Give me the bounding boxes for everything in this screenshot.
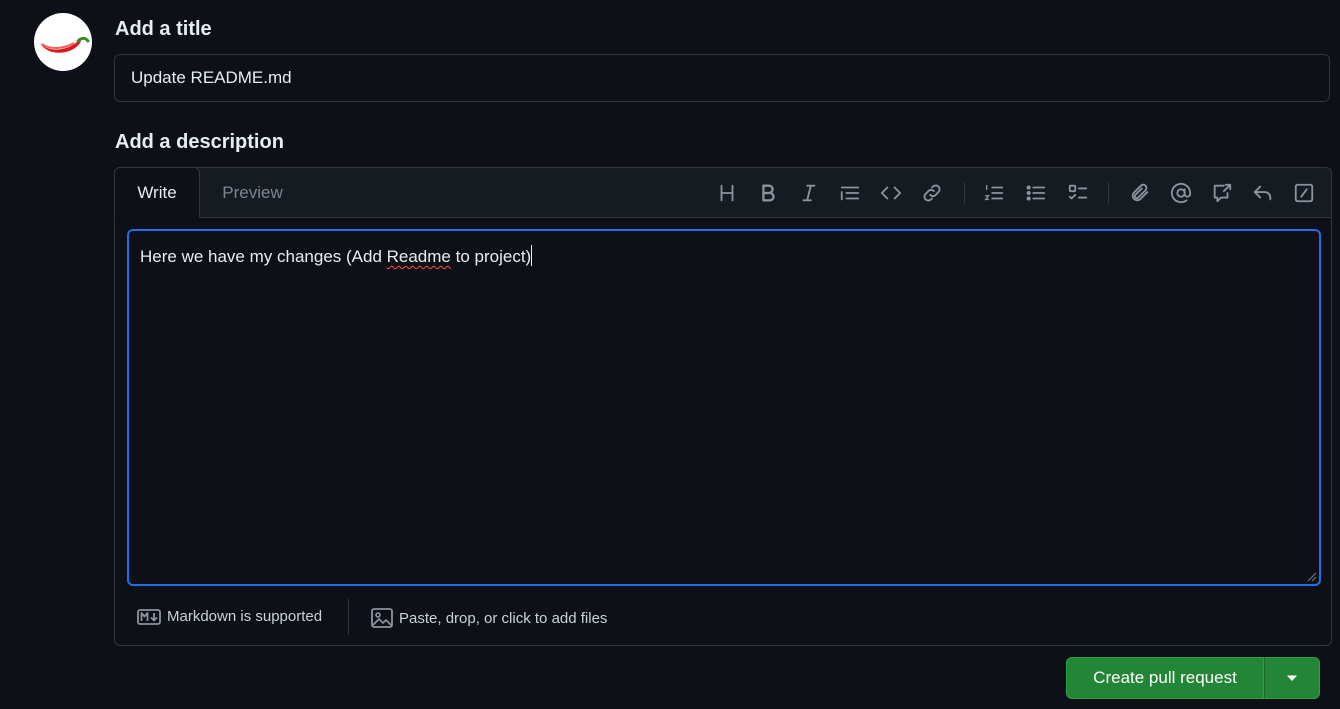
description-label: Add a description <box>115 131 284 153</box>
footer-divider <box>348 599 349 635</box>
text-caret <box>531 245 533 266</box>
create-options-dropdown[interactable] <box>1264 657 1320 699</box>
body-text-end: to project) <box>450 247 532 266</box>
reply-icon[interactable] <box>1250 180 1276 206</box>
description-textarea[interactable]: Here we have my changes (Add Readme to p… <box>127 229 1321 586</box>
image-icon <box>371 608 393 628</box>
bold-icon[interactable] <box>755 180 781 206</box>
title-label: Add a title <box>115 18 212 40</box>
chili-pepper-icon <box>40 36 90 53</box>
title-input[interactable] <box>114 54 1330 102</box>
unordered-list-icon[interactable] <box>1023 180 1049 206</box>
add-files[interactable]: Paste, drop, or click to add files <box>371 608 607 628</box>
editor-header: Write Preview <box>114 167 1331 218</box>
markdown-support[interactable]: Markdown is supported <box>137 608 322 625</box>
toolbar-divider <box>1108 182 1109 204</box>
toolbar-divider <box>964 182 965 204</box>
heading-icon[interactable] <box>714 180 740 206</box>
triangle-down-icon <box>1287 675 1297 681</box>
tab-write[interactable]: Write <box>114 167 200 218</box>
attach-icon[interactable] <box>1127 180 1153 206</box>
cross-reference-icon[interactable] <box>1209 180 1235 206</box>
create-pr-button-group: Create pull request <box>1066 657 1320 699</box>
add-files-label: Paste, drop, or click to add files <box>399 609 608 627</box>
create-pull-request-button[interactable]: Create pull request <box>1066 657 1264 699</box>
italic-icon[interactable] <box>796 180 822 206</box>
markdown-icon <box>137 608 161 625</box>
numbered-list-icon[interactable] <box>981 180 1007 206</box>
code-icon[interactable] <box>878 180 904 206</box>
body-text-start: Here we have my changes (Add <box>140 247 387 266</box>
link-icon[interactable] <box>919 180 945 206</box>
avatar[interactable] <box>34 13 92 71</box>
task-list-icon[interactable] <box>1065 180 1091 206</box>
tab-preview[interactable]: Preview <box>201 168 304 218</box>
slash-command-icon[interactable] <box>1291 180 1317 206</box>
resize-handle-icon[interactable] <box>1305 570 1317 582</box>
mention-icon[interactable] <box>1168 180 1194 206</box>
misspelled-word: Readme <box>386 247 451 266</box>
markdown-label: Markdown is supported <box>167 608 323 625</box>
description-editor: Write Preview Here we have my changes (A… <box>114 167 1332 646</box>
quote-icon[interactable] <box>837 180 863 206</box>
